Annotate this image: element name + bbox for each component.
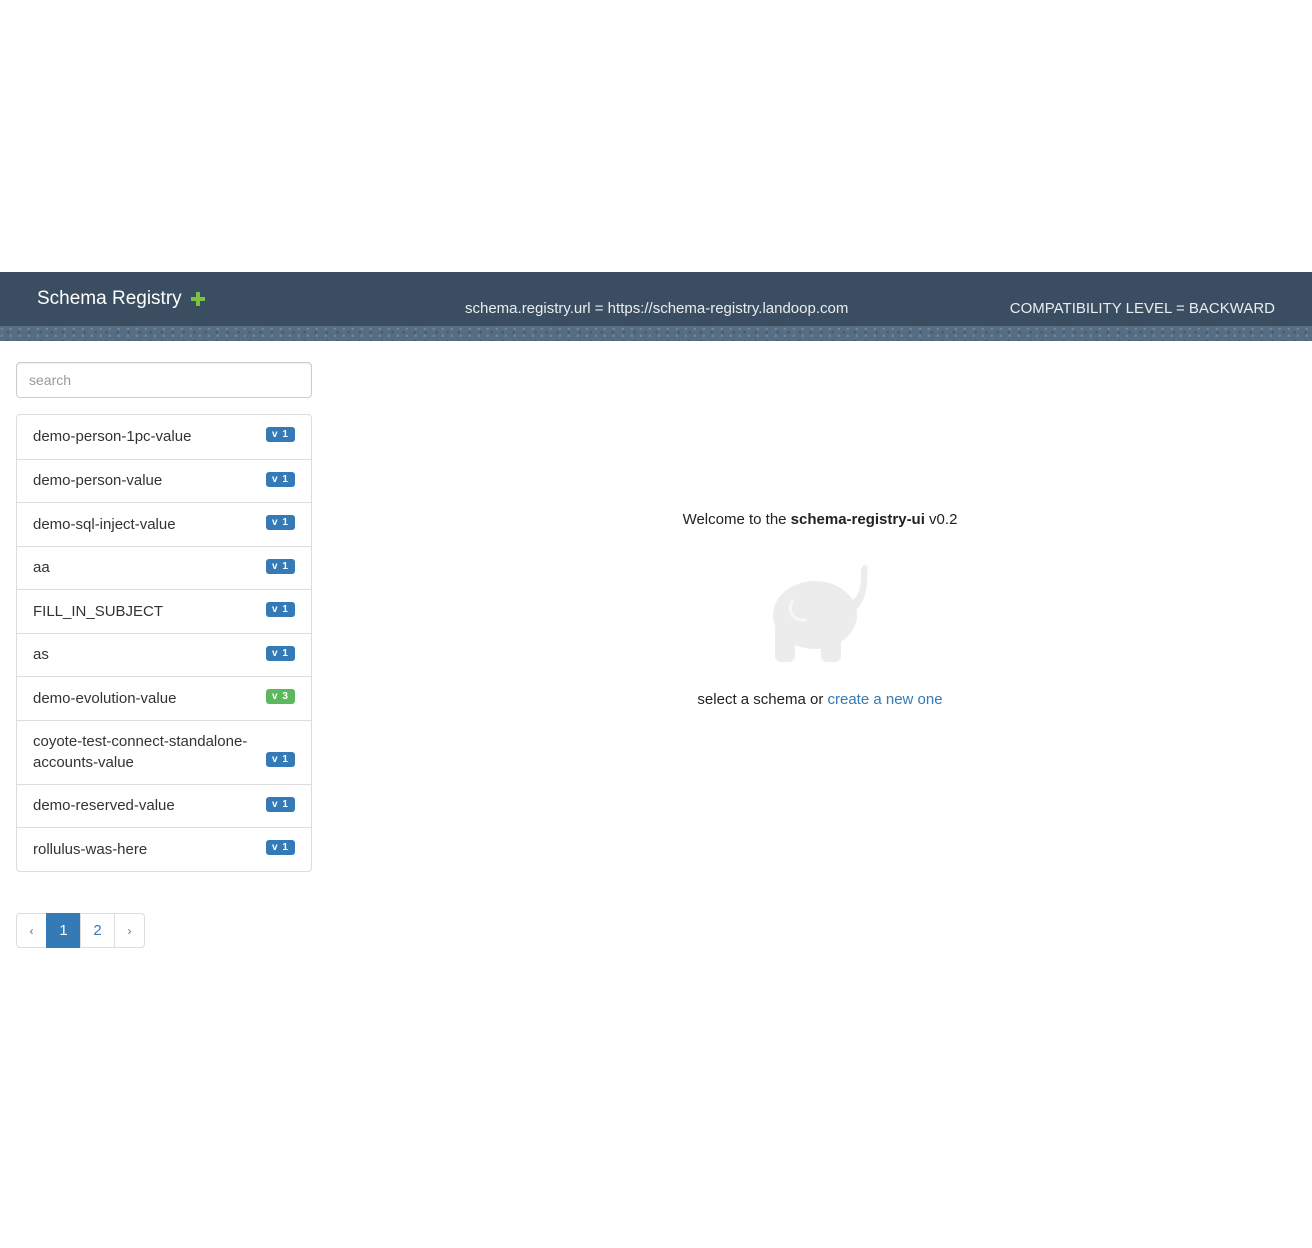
subject-name: aa	[33, 559, 50, 577]
subject-item[interactable]: coyote-test-connect-standalone-accounts-…	[17, 719, 311, 784]
pagination: ‹ 1 2 ›	[16, 913, 145, 948]
page-1-button[interactable]: 1	[46, 913, 81, 948]
subject-item[interactable]: rollulus-was-here v 1	[17, 827, 311, 871]
subject-name: demo-person-value	[33, 472, 163, 490]
version-badge: v 1	[266, 427, 295, 442]
subject-item[interactable]: as v 1	[17, 632, 311, 677]
subject-item[interactable]: demo-sql-inject-value v 1	[17, 502, 311, 546]
previous-page-button[interactable]: ‹	[16, 913, 47, 948]
welcome-message: Welcome to the schema-registry-ui v0.2	[520, 511, 1120, 528]
version-badge: v 1	[266, 751, 295, 767]
next-page-button[interactable]: ›	[114, 913, 145, 948]
search-input[interactable]	[16, 362, 312, 398]
brand-title[interactable]: Schema Registry	[37, 288, 182, 310]
subject-list: demo-person-1pc-value v 1 demo-person-va…	[16, 414, 312, 872]
subject-name: as	[33, 646, 49, 664]
navbar-texture-strip	[0, 326, 1312, 341]
elephant-icon	[773, 565, 868, 662]
welcome-app-name: schema-registry-ui	[790, 511, 925, 528]
subject-item[interactable]: demo-reserved-value v 1	[17, 783, 311, 828]
brand[interactable]: Schema Registry	[37, 286, 206, 312]
version-badge: v 1	[266, 471, 295, 487]
subject-item[interactable]: aa v 1	[17, 545, 311, 590]
version-badge: v 3	[266, 689, 295, 704]
subject-name: demo-person-1pc-value	[33, 428, 192, 446]
subject-name: demo-sql-inject-value	[33, 515, 176, 533]
subject-name: rollulus-was-here	[33, 840, 148, 858]
select-prefix: select a schema or	[697, 691, 828, 708]
compatibility-level-text: COMPATIBILITY LEVEL = BACKWARD	[1009, 300, 1275, 317]
welcome-prefix: Welcome to the	[682, 511, 791, 528]
plus-icon[interactable]	[190, 291, 206, 307]
subject-name: demo-reserved-value	[33, 797, 175, 815]
version-badge: v 1	[266, 515, 295, 530]
version-badge: v 1	[266, 840, 295, 855]
version-badge: v 1	[266, 558, 295, 574]
subject-item[interactable]: demo-person-1pc-value v 1	[17, 415, 311, 459]
subject-name: FILL_IN_SUBJECT	[33, 602, 164, 620]
registry-url-text: schema.registry.url = https://schema-reg…	[465, 300, 849, 317]
create-schema-link[interactable]: create a new one	[827, 691, 942, 708]
version-badge: v 1	[266, 645, 295, 661]
page-2-button[interactable]: 2	[80, 913, 115, 948]
select-schema-message: select a schema or create a new one	[520, 691, 1120, 708]
version-badge: v 1	[266, 796, 295, 812]
subject-item[interactable]: FILL_IN_SUBJECT v 1	[17, 589, 311, 633]
welcome-version: v0.2	[924, 511, 958, 528]
subject-item[interactable]: demo-person-value v 1	[17, 458, 311, 503]
subject-name: coyote-test-connect-standalone-accounts-…	[33, 733, 248, 771]
version-badge: v 1	[266, 602, 295, 617]
subject-name: demo-evolution-value	[33, 689, 177, 707]
subject-item[interactable]: demo-evolution-value v 3	[17, 676, 311, 720]
